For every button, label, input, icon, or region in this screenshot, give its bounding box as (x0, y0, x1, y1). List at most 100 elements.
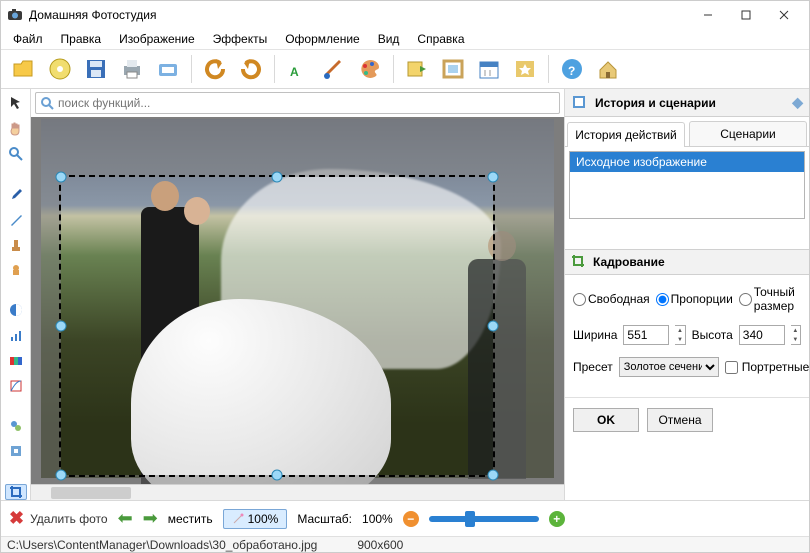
svg-text:?: ? (568, 64, 575, 78)
shape-tool-icon[interactable] (5, 263, 27, 278)
height-spinner[interactable]: ▲▼ (791, 325, 801, 345)
menu-image[interactable]: Изображение (111, 30, 203, 48)
radio-exact[interactable]: Точный размер (739, 285, 801, 313)
hand-tool-icon[interactable] (5, 120, 27, 136)
width-input[interactable] (623, 325, 669, 345)
crop-handle-w[interactable] (56, 321, 67, 332)
history-item[interactable]: Исходное изображение (570, 152, 804, 172)
menu-help[interactable]: Справка (409, 30, 472, 48)
brush-tool-icon[interactable] (5, 212, 27, 227)
save-icon[interactable] (79, 52, 113, 86)
zoom-slider[interactable] (429, 516, 539, 522)
curves-tool-icon[interactable] (5, 378, 27, 393)
crop-panel-icon (571, 254, 587, 270)
maximize-button[interactable] (727, 1, 765, 29)
radio-ratio[interactable]: Пропорции (656, 292, 733, 306)
width-label: Ширина (573, 328, 617, 342)
zoom-tool-icon[interactable] (5, 146, 27, 162)
wand-icon (232, 513, 244, 525)
help-icon[interactable]: ? (555, 52, 589, 86)
ok-button[interactable]: OK (573, 408, 639, 432)
dropper-tool-icon[interactable] (5, 187, 27, 202)
search-box[interactable] (35, 92, 560, 114)
zoom-slider-knob[interactable] (465, 511, 475, 527)
crop-handle-n[interactable] (272, 172, 283, 183)
preset-select[interactable]: Золотое сечение (619, 357, 719, 377)
move-label: местить (168, 512, 213, 526)
crop-handle-ne[interactable] (488, 172, 499, 183)
disc-icon[interactable] (43, 52, 77, 86)
crop-handle-e[interactable] (488, 321, 499, 332)
plugin-tool-icon[interactable] (5, 444, 27, 459)
bottom-bar: ✖ Удалить фото ⬅ ➡ местить 100% Масштаб:… (1, 500, 809, 536)
menu-edit[interactable]: Правка (53, 30, 110, 48)
star-image-icon[interactable] (508, 52, 542, 86)
tab-history[interactable]: История действий (567, 122, 685, 147)
home-icon[interactable] (591, 52, 625, 86)
menu-effects[interactable]: Эффекты (205, 30, 276, 48)
menu-file[interactable]: Файл (5, 30, 51, 48)
prev-arrow-icon[interactable]: ⬅ (118, 508, 133, 529)
color-tool-icon[interactable] (5, 353, 27, 368)
history-list[interactable]: Исходное изображение (569, 151, 805, 219)
crop-panel-header: Кадрование (565, 249, 809, 275)
app-title: Домашняя Фотостудия (29, 8, 689, 22)
toolbar-separator (548, 55, 549, 83)
crop-handle-se[interactable] (488, 470, 499, 481)
crop-panel-title: Кадрование (593, 255, 665, 269)
fit-button[interactable]: 100% (223, 509, 288, 529)
contrast-tool-icon[interactable] (5, 303, 27, 318)
close-button[interactable] (765, 1, 803, 29)
history-panel-title: История и сценарии (595, 96, 716, 110)
pin-icon[interactable]: ◆ (792, 94, 803, 111)
zoom-in-button[interactable]: + (549, 511, 565, 527)
redo-icon[interactable] (234, 52, 268, 86)
brush-icon[interactable] (317, 52, 351, 86)
tab-scenarios[interactable]: Сценарии (689, 121, 807, 146)
toolbar-separator (191, 55, 192, 83)
open-folder-icon[interactable] (7, 52, 41, 86)
text-icon[interactable]: A (281, 52, 315, 86)
delete-icon: ✖ (9, 508, 24, 529)
radio-free[interactable]: Свободная (573, 292, 650, 306)
frame-icon[interactable] (436, 52, 470, 86)
scan-icon[interactable] (151, 52, 185, 86)
calendar-icon[interactable] (472, 52, 506, 86)
crop-tool-icon[interactable] (5, 484, 27, 500)
canvas-area[interactable] (31, 117, 564, 484)
width-spinner[interactable]: ▲▼ (675, 325, 685, 345)
toolbar-separator (274, 55, 275, 83)
next-arrow-icon[interactable]: ➡ (143, 508, 158, 529)
portrait-checkbox[interactable]: Портретные (725, 360, 810, 374)
search-input[interactable] (58, 96, 559, 110)
stamp-tool-icon[interactable] (5, 238, 27, 253)
menu-decor[interactable]: Оформление (277, 30, 367, 48)
levels-tool-icon[interactable] (5, 328, 27, 343)
height-input[interactable] (739, 325, 785, 345)
zoom-out-button[interactable]: − (403, 511, 419, 527)
title-bar: Домашняя Фотостудия (1, 1, 809, 29)
effects-tool-icon[interactable] (5, 419, 27, 434)
print-icon[interactable] (115, 52, 149, 86)
palette-icon[interactable] (353, 52, 387, 86)
main-toolbar: A ? (1, 49, 809, 89)
status-dims: 900x600 (357, 538, 403, 552)
separator (5, 288, 27, 293)
horizontal-scrollbar[interactable] (31, 484, 564, 500)
app-icon (7, 7, 23, 23)
crop-handle-s[interactable] (272, 470, 283, 481)
export-icon[interactable] (400, 52, 434, 86)
height-label: Высота (692, 328, 733, 342)
menu-view[interactable]: Вид (370, 30, 408, 48)
crop-handle-sw[interactable] (56, 470, 67, 481)
zoom-label: Масштаб: (297, 512, 352, 526)
crop-rectangle[interactable] (61, 177, 493, 475)
separator (5, 469, 27, 474)
delete-photo-button[interactable]: ✖ Удалить фото (9, 508, 108, 529)
cancel-button[interactable]: Отмена (647, 408, 713, 432)
pointer-tool-icon[interactable] (5, 95, 27, 110)
side-toolbar (1, 89, 31, 500)
minimize-button[interactable] (689, 1, 727, 29)
crop-handle-nw[interactable] (56, 172, 67, 183)
undo-icon[interactable] (198, 52, 232, 86)
